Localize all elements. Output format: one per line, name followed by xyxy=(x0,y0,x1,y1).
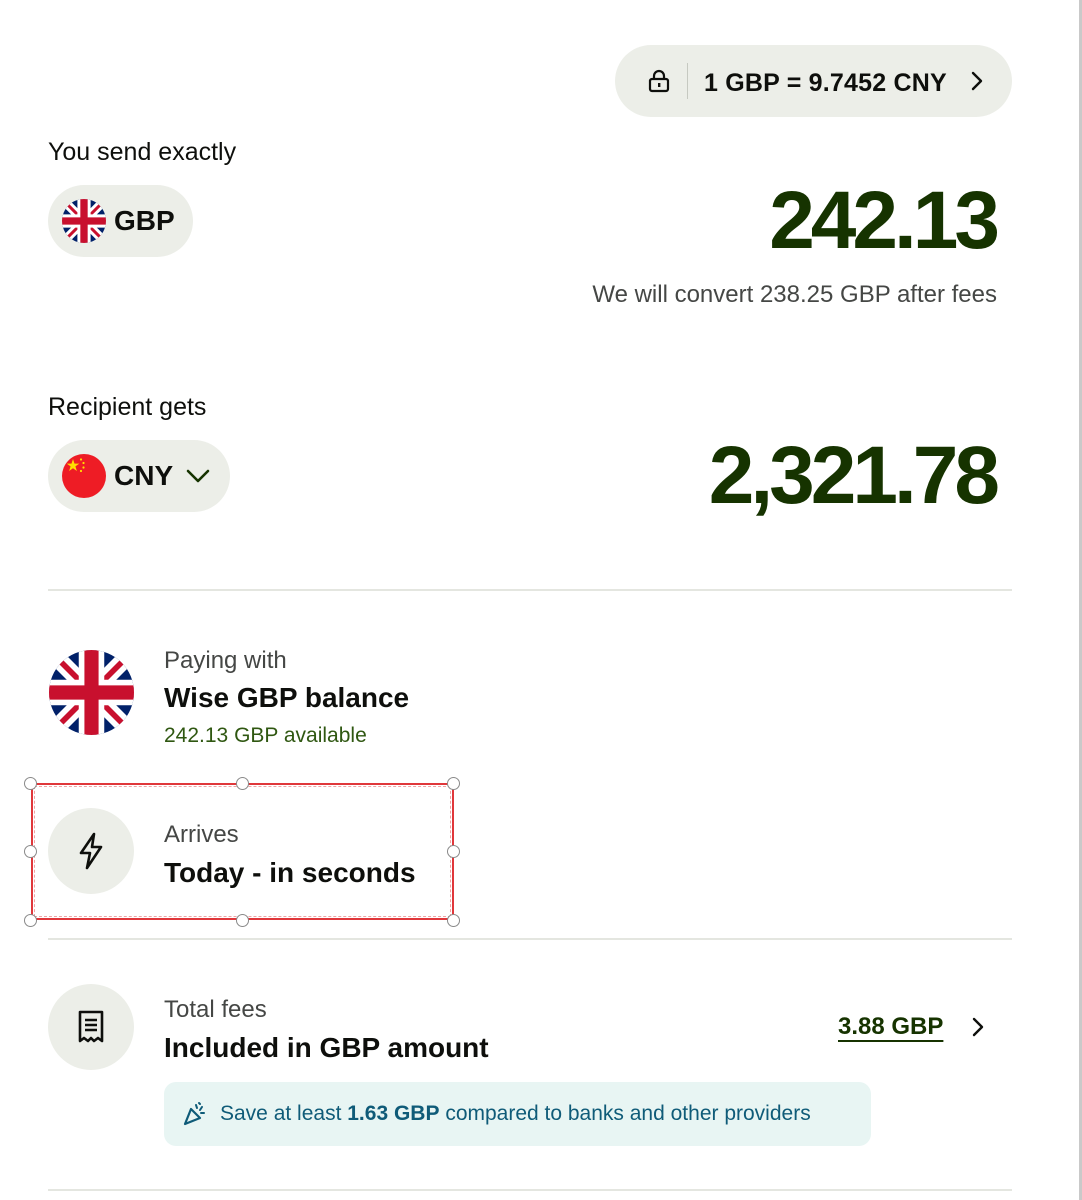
resize-handle[interactable] xyxy=(24,845,37,858)
savings-banner: Save at least 1.63 GBP compared to banks… xyxy=(164,1082,871,1146)
exchange-rate-button[interactable]: 1 GBP = 9.7452 CNY xyxy=(615,45,1012,117)
lock-icon xyxy=(648,69,670,93)
resize-handle[interactable] xyxy=(447,914,460,927)
recipient-currency-selector[interactable]: CNY xyxy=(48,440,230,512)
chevron-right-icon[interactable] xyxy=(968,1016,988,1038)
balance-available: 242.13 GBP available xyxy=(164,724,367,747)
china-flag-icon xyxy=(62,454,106,498)
payment-method[interactable]: Wise GBP balance xyxy=(164,682,409,714)
paying-with-label: Paying with xyxy=(164,647,287,674)
selection-box[interactable] xyxy=(31,783,454,920)
convert-note: We will convert 238.25 GBP after fees xyxy=(592,281,997,308)
rate-divider xyxy=(687,63,688,99)
resize-handle[interactable] xyxy=(447,777,460,790)
savings-text: Save at least 1.63 GBP compared to banks… xyxy=(220,1102,811,1125)
uk-flag-icon xyxy=(62,199,106,243)
recipient-currency-code: CNY xyxy=(114,460,174,491)
resize-handle[interactable] xyxy=(236,914,249,927)
send-currency-selector[interactable]: GBP xyxy=(48,185,193,257)
fees-icon-circle xyxy=(48,984,134,1070)
savings-amount: 1.63 GBP xyxy=(347,1102,440,1125)
divider xyxy=(48,938,1012,940)
receipt-icon xyxy=(78,1010,104,1043)
resize-handle[interactable] xyxy=(447,845,460,858)
fee-amount-link[interactable]: 3.88 GBP xyxy=(838,1013,943,1041)
confetti-icon xyxy=(183,1102,205,1126)
resize-handle[interactable] xyxy=(236,777,249,790)
divider xyxy=(48,589,1012,591)
send-label: You send exactly xyxy=(48,138,237,166)
recipient-label: Recipient gets xyxy=(48,393,207,421)
resize-handle[interactable] xyxy=(24,914,37,927)
exchange-rate-text: 1 GBP = 9.7452 CNY xyxy=(704,69,947,97)
recipient-amount-input[interactable]: 2,321.78 xyxy=(709,435,1000,517)
fees-included-text: Included in GBP amount xyxy=(164,1032,489,1063)
total-fees-label: Total fees xyxy=(164,996,267,1023)
send-currency-code: GBP xyxy=(114,205,175,236)
divider xyxy=(48,1189,1012,1191)
uk-flag-icon xyxy=(49,650,134,735)
chevron-right-icon xyxy=(971,71,983,91)
chevron-down-icon xyxy=(186,469,210,483)
resize-handle[interactable] xyxy=(24,777,37,790)
send-amount-input[interactable]: 242.13 xyxy=(769,180,1000,262)
